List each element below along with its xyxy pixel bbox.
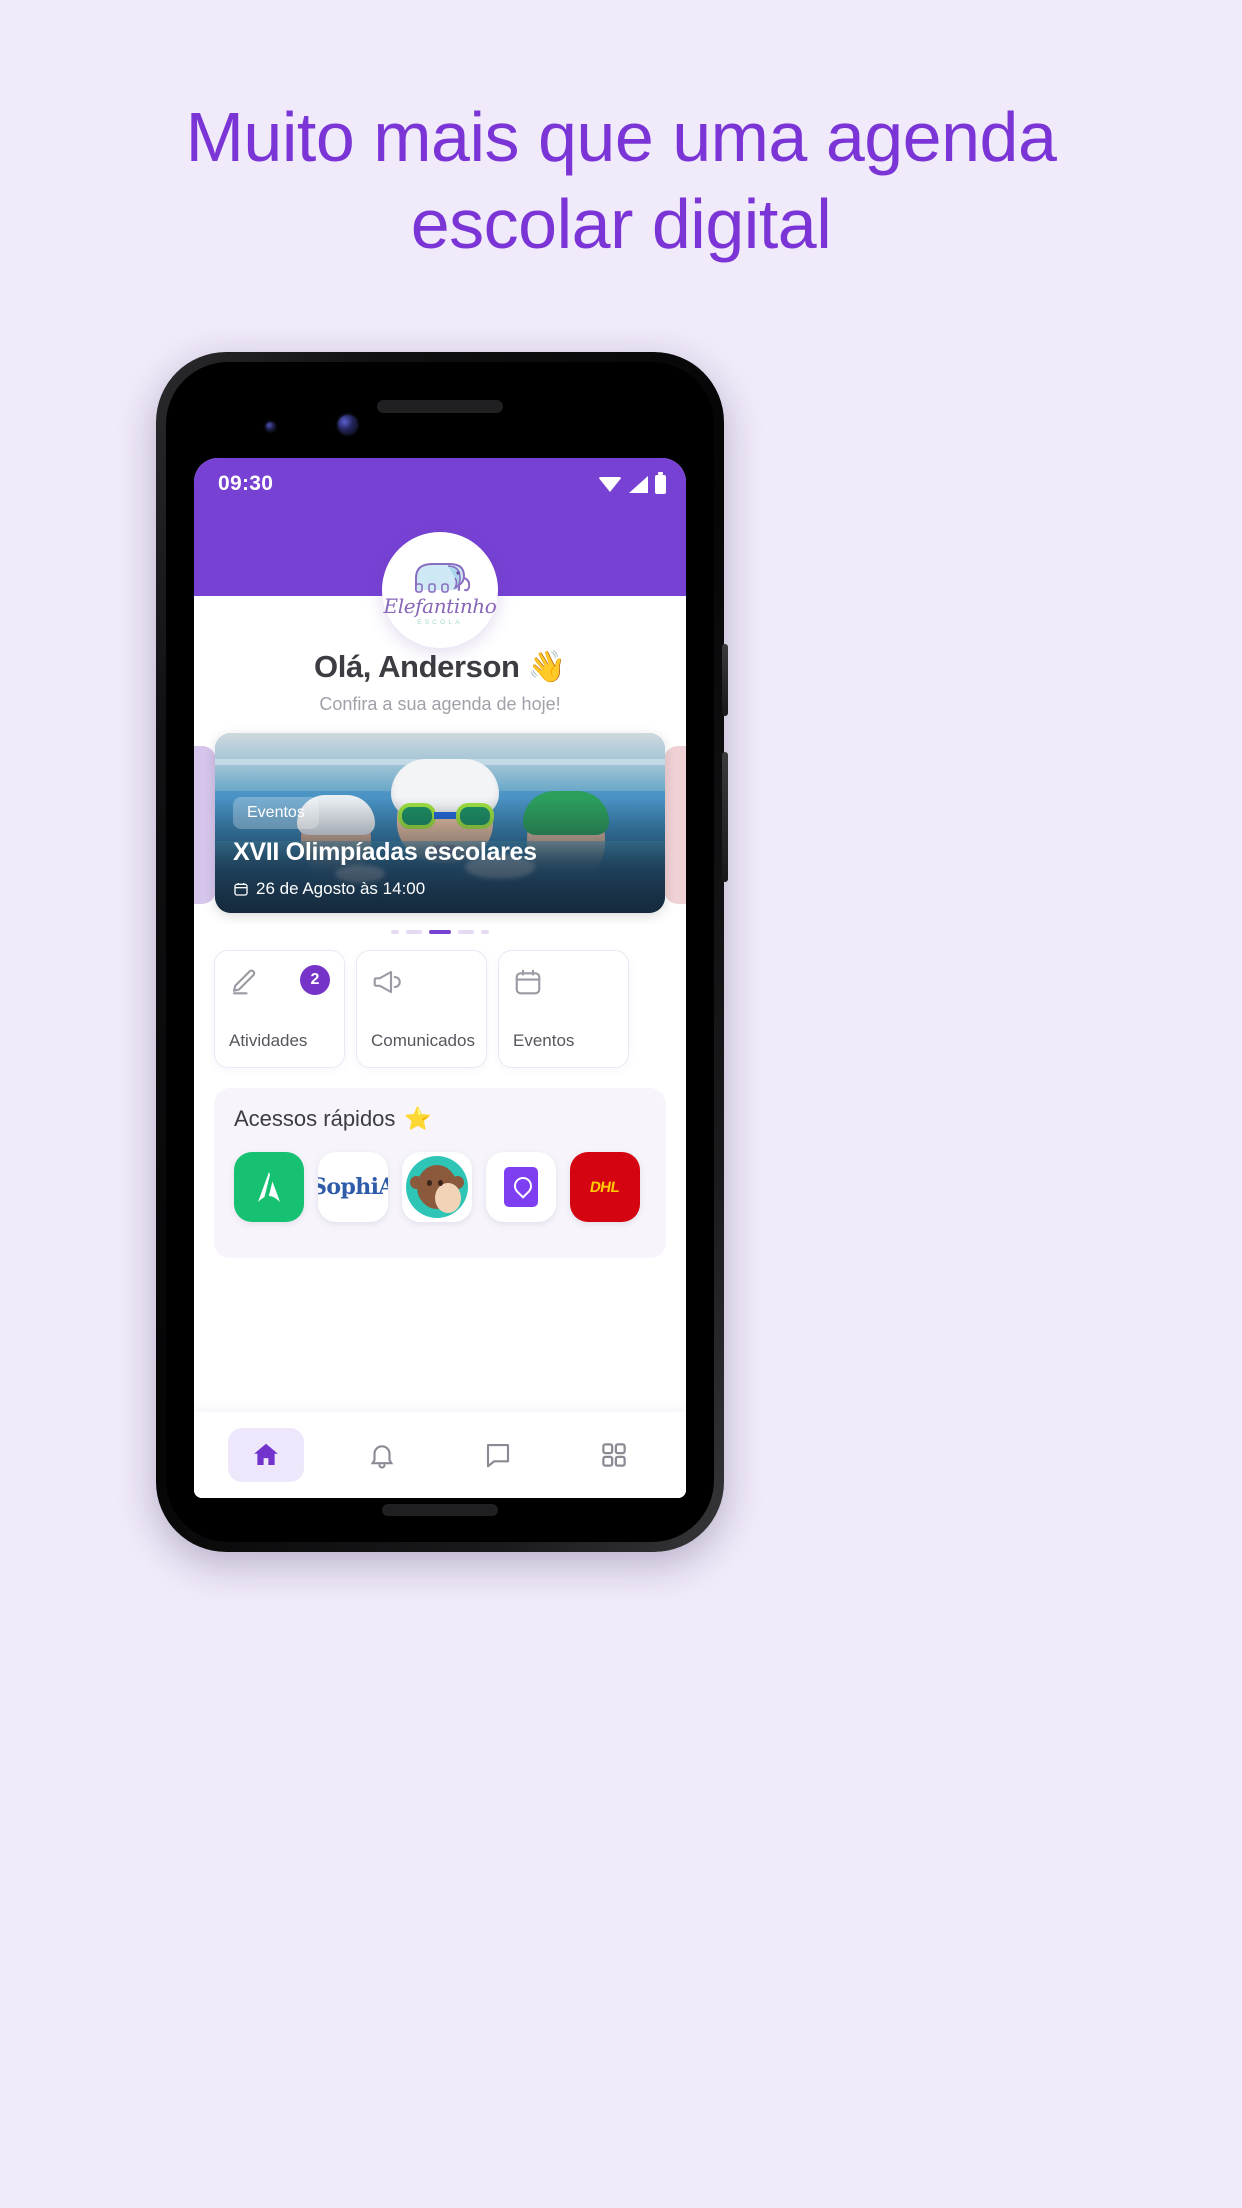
quick-access-section: Acessos rápidos ⭐ SophiA DHL — [214, 1088, 666, 1258]
signal-icon — [629, 475, 648, 493]
chat-icon — [486, 1443, 510, 1468]
status-icons — [598, 471, 666, 494]
star-icon: ⭐ — [404, 1106, 432, 1131]
monkey-face — [417, 1165, 461, 1213]
slide-title: XVII Olimpíadas escolares — [233, 838, 537, 866]
nav-messages[interactable] — [460, 1428, 536, 1482]
page-title: Muito mais que uma agenda escolar digita… — [0, 94, 1242, 268]
carousel-dot[interactable] — [406, 930, 422, 934]
tile-eventos[interactable]: Eventos — [498, 950, 629, 1068]
earpiece-speaker — [377, 400, 503, 413]
phone-bezel: 09:30 Elefantinho ESCOLA Olá, Anderson 👋… — [166, 362, 714, 1542]
nav-notifications[interactable] — [344, 1428, 420, 1482]
slide-date-text: 26 de Agosto às 14:00 — [256, 879, 426, 898]
slide-date: 26 de Agosto às 14:00 — [233, 879, 425, 899]
carousel-slide[interactable]: Eventos XVII Olimpíadas escolares 26 de … — [215, 733, 665, 913]
sophia-app-label: SophiA — [318, 1174, 388, 1200]
headline-line-2: escolar digital — [410, 184, 832, 263]
app-arbo[interactable] — [234, 1152, 304, 1222]
pencil-icon — [232, 969, 256, 995]
sensor-icon — [266, 422, 275, 431]
home-icon — [254, 1443, 278, 1465]
bottom-speaker — [382, 1504, 498, 1516]
headline-line-1: Muito mais que uma agenda — [185, 98, 1057, 176]
app-dhl[interactable]: DHL — [570, 1152, 640, 1222]
calendar-icon — [234, 883, 248, 896]
tile-badge-count: 2 — [300, 965, 330, 995]
status-bar: 09:30 — [194, 458, 686, 510]
greeting-subtitle: Confira a sua agenda de hoje! — [319, 694, 561, 714]
tile-atividades[interactable]: 2 Atividades — [214, 950, 345, 1068]
quick-access-title: Acessos rápidos ⭐ — [234, 1106, 666, 1132]
front-camera-icon — [338, 415, 357, 434]
carousel-dot[interactable] — [481, 930, 489, 934]
bell-icon — [370, 1445, 394, 1469]
arbo-app-icon — [258, 1172, 280, 1202]
quick-access-apps: SophiA DHL — [234, 1152, 666, 1222]
app-screen: 09:30 Elefantinho ESCOLA Olá, Anderson 👋… — [194, 458, 686, 1498]
carousel-dot[interactable] — [458, 930, 474, 934]
quick-access-title-text: Acessos rápidos — [234, 1106, 396, 1131]
grid-icon — [602, 1443, 626, 1467]
carousel-dots[interactable] — [194, 930, 686, 934]
monkey-app-icon — [406, 1156, 468, 1218]
tile-comunicados[interactable]: Comunicados — [356, 950, 487, 1068]
wifi-icon — [598, 476, 622, 492]
greeting-block: Olá, Anderson 👋 Confira a sua agenda de … — [194, 648, 686, 715]
logo-wordmark: Elefantinho — [383, 594, 497, 618]
slide-category-badge: Eventos — [233, 797, 319, 829]
nav-home[interactable] — [228, 1428, 304, 1482]
greeting-title: Olá, Anderson 👋 — [314, 649, 566, 684]
tile-label: Comunicados — [371, 1031, 475, 1050]
book-app-icon — [504, 1167, 538, 1207]
power-button[interactable] — [722, 644, 728, 716]
status-time: 09:30 — [218, 472, 274, 495]
tile-label: Eventos — [513, 1031, 575, 1050]
monkey-muzzle — [435, 1183, 461, 1213]
landing-page: Muito mais que uma agenda escolar digita… — [0, 0, 1242, 2208]
nav-more[interactable] — [576, 1428, 652, 1482]
tile-label: Atividades — [229, 1031, 308, 1050]
dhl-app-label: DHL — [588, 1178, 622, 1196]
elephant-icon — [415, 563, 471, 593]
bottom-navigation — [194, 1412, 686, 1498]
app-monkey[interactable] — [402, 1152, 472, 1222]
logo-subtitle: ESCOLA — [417, 619, 463, 626]
carousel-dot[interactable] — [391, 930, 399, 934]
carousel-prev-peek[interactable] — [194, 746, 216, 904]
megaphone-icon — [373, 970, 401, 994]
battery-icon — [655, 471, 666, 494]
monkey-eye-left — [427, 1180, 432, 1186]
volume-button[interactable] — [722, 752, 728, 882]
phone-mockup: 09:30 Elefantinho ESCOLA Olá, Anderson 👋… — [156, 352, 728, 1552]
app-book[interactable] — [486, 1152, 556, 1222]
school-logo: Elefantinho ESCOLA — [382, 532, 498, 648]
action-tiles: 2 Atividades Comunicados Eventos — [194, 950, 686, 1068]
app-sophia[interactable]: SophiA — [318, 1152, 388, 1222]
monkey-eye-right — [438, 1180, 443, 1186]
calendar-icon — [515, 969, 541, 995]
carousel-dot-active[interactable] — [429, 930, 451, 934]
event-carousel[interactable]: Eventos XVII Olimpíadas escolares 26 de … — [194, 733, 686, 918]
carousel-next-peek[interactable] — [664, 746, 686, 904]
